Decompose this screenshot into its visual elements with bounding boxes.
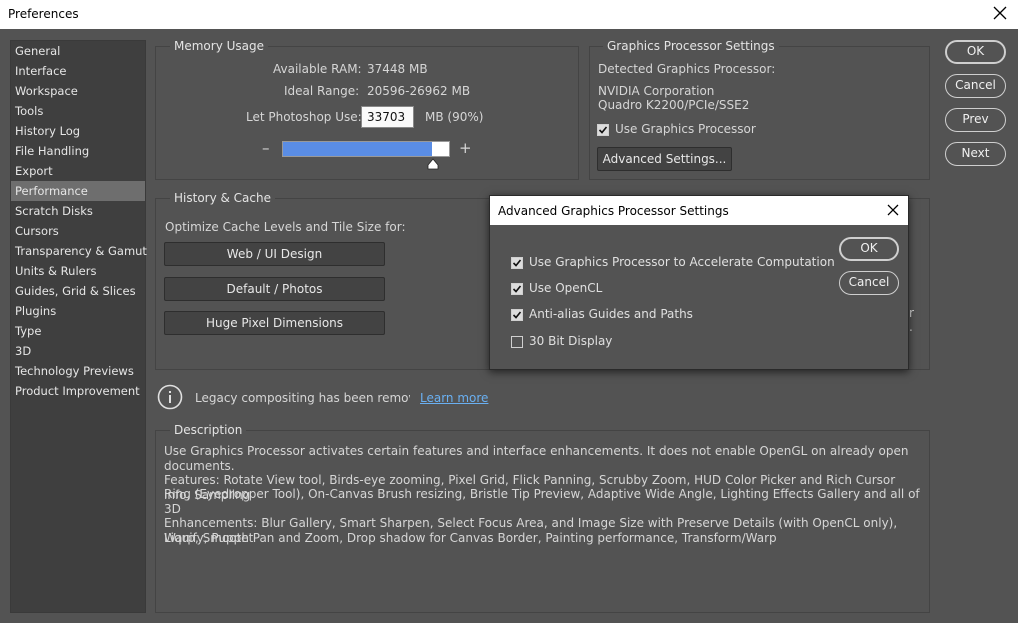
info-icon bbox=[157, 384, 183, 410]
huge-pixel-dimensions-button[interactable]: Huge Pixel Dimensions bbox=[164, 311, 385, 335]
title-bar: Preferences bbox=[0, 0, 1018, 29]
partial-text-1: r bbox=[909, 306, 914, 320]
use-gpu-checkbox[interactable] bbox=[597, 124, 609, 136]
dialog-ok-button[interactable]: OK bbox=[839, 237, 899, 261]
use-opencl-label: Use OpenCL bbox=[529, 281, 603, 295]
sidebar-item-technology-previews[interactable]: Technology Previews bbox=[11, 361, 145, 381]
ideal-range-value: 20596-26962 MB bbox=[367, 84, 471, 98]
partial-text-2: . bbox=[909, 320, 913, 334]
increase-button[interactable]: + bbox=[459, 139, 472, 157]
cancel-button[interactable]: Cancel bbox=[945, 74, 1006, 98]
ram-slider-fill bbox=[283, 142, 433, 156]
close-icon[interactable] bbox=[992, 5, 1008, 21]
sidebar-item-transparency-gamut[interactable]: Transparency & Gamut bbox=[11, 241, 147, 261]
checkmark-icon bbox=[512, 285, 522, 293]
gpu-vendor: NVIDIA Corporation bbox=[598, 84, 715, 98]
sidebar-item-file-handling[interactable]: File Handling bbox=[11, 141, 145, 161]
30-bit-display-label: 30 Bit Display bbox=[529, 334, 613, 348]
detected-gpu-label: Detected Graphics Processor: bbox=[598, 62, 776, 76]
sidebar-item-performance[interactable]: Performance bbox=[11, 181, 145, 201]
sidebar-item-product-improvement[interactable]: Product Improvement bbox=[11, 381, 145, 401]
advanced-gpu-dialog: Advanced Graphics Processor Settings Use… bbox=[489, 195, 909, 370]
memory-usage-title: Memory Usage bbox=[170, 39, 269, 53]
use-opencl-checkbox[interactable] bbox=[511, 283, 523, 295]
checkmark-icon bbox=[512, 311, 522, 319]
learn-more-link[interactable]: Learn more bbox=[420, 391, 488, 405]
sidebar-item-history-log[interactable]: History Log bbox=[11, 121, 145, 141]
window-title: Preferences bbox=[8, 7, 79, 21]
prev-button[interactable]: Prev bbox=[945, 108, 1006, 132]
sidebar-item-general[interactable]: General bbox=[11, 41, 145, 61]
ram-slider[interactable] bbox=[282, 141, 450, 157]
available-ram-value: 37448 MB bbox=[367, 62, 428, 76]
optimize-cache-label: Optimize Cache Levels and Tile Size for: bbox=[165, 220, 406, 234]
sidebar-item-export[interactable]: Export bbox=[11, 161, 145, 181]
sidebar-item-interface[interactable]: Interface bbox=[11, 61, 145, 81]
use-gpu-label: Use Graphics Processor bbox=[615, 122, 756, 136]
anti-alias-checkbox[interactable] bbox=[511, 309, 523, 321]
sidebar-item-units-rulers[interactable]: Units & Rulers bbox=[11, 261, 145, 281]
ok-button[interactable]: OK bbox=[945, 40, 1006, 64]
sidebar-item-workspace[interactable]: Workspace bbox=[11, 81, 145, 101]
sidebar-item-cursors[interactable]: Cursors bbox=[11, 221, 145, 241]
advanced-settings-button[interactable]: Advanced Settings... bbox=[597, 147, 732, 171]
accelerate-computation-label: Use Graphics Processor to Accelerate Com… bbox=[529, 255, 835, 269]
slider-thumb[interactable] bbox=[427, 158, 439, 170]
dialog-title-bar: Advanced Graphics Processor Settings bbox=[490, 196, 908, 225]
dialog-title: Advanced Graphics Processor Settings bbox=[498, 204, 729, 218]
description-features-line-2: Ring (Eyedropper Tool), On-Canvas Brush … bbox=[164, 487, 920, 516]
description-paragraph-1: Use Graphics Processor activates certain… bbox=[164, 444, 909, 473]
accelerate-computation-checkbox[interactable] bbox=[511, 257, 523, 269]
30-bit-display-checkbox[interactable] bbox=[511, 336, 523, 348]
sidebar-item-type[interactable]: Type bbox=[11, 321, 145, 341]
sidebar-item-tools[interactable]: Tools bbox=[11, 101, 145, 121]
history-cache-title: History & Cache bbox=[170, 191, 275, 205]
ideal-range-label: Ideal Range: bbox=[284, 84, 360, 98]
dialog-close-icon[interactable] bbox=[886, 203, 900, 217]
sidebar-item-3d[interactable]: 3D bbox=[11, 341, 145, 361]
ram-unit: MB (90%) bbox=[425, 110, 484, 124]
gpu-model: Quadro K2200/PCIe/SSE2 bbox=[598, 98, 750, 112]
web-ui-design-button[interactable]: Web / UI Design bbox=[164, 242, 385, 266]
ram-input[interactable]: 33703 bbox=[361, 106, 414, 128]
next-button[interactable]: Next bbox=[945, 142, 1006, 166]
description-title: Description bbox=[170, 423, 247, 437]
description-enhancements-line-2: Warp, Smooth Pan and Zoom, Drop shadow f… bbox=[164, 531, 777, 545]
default-photos-button[interactable]: Default / Photos bbox=[164, 277, 385, 301]
available-ram-label: Available RAM: bbox=[273, 62, 362, 76]
legacy-compositing-notice: Legacy compositing has been removec bbox=[195, 391, 410, 405]
let-photoshop-use-label: Let Photoshop Use: bbox=[246, 110, 362, 124]
sidebar-item-scratch-disks[interactable]: Scratch Disks bbox=[11, 201, 145, 221]
graphics-processor-title: Graphics Processor Settings bbox=[603, 39, 779, 53]
checkmark-icon bbox=[512, 259, 522, 267]
dialog-cancel-button[interactable]: Cancel bbox=[839, 271, 899, 295]
checkmark-icon bbox=[598, 126, 608, 134]
sidebar-item-plugins[interactable]: Plugins bbox=[11, 301, 145, 321]
anti-alias-label: Anti-alias Guides and Paths bbox=[529, 307, 693, 321]
sidebar-item-guides-grid-slices[interactable]: Guides, Grid & Slices bbox=[11, 281, 145, 301]
decrease-button[interactable]: – bbox=[262, 139, 270, 157]
sidebar: General Interface Workspace Tools Histor… bbox=[10, 40, 147, 613]
